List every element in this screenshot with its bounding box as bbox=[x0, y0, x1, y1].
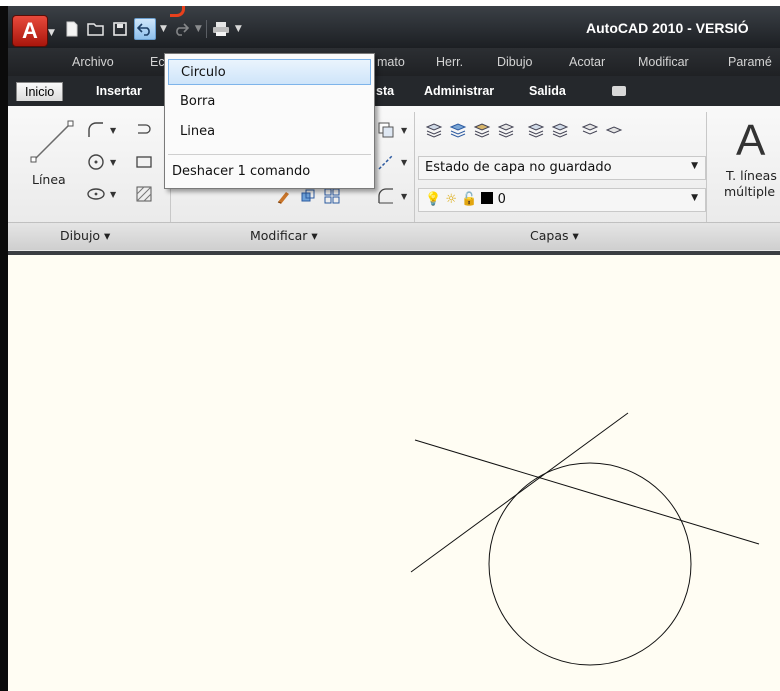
ellipse-tool-icon[interactable] bbox=[86, 184, 106, 204]
undo-item-circulo[interactable]: Circulo bbox=[168, 59, 371, 85]
sun-icon: ☼ bbox=[445, 192, 457, 207]
menu-archivo[interactable]: Archivo bbox=[72, 55, 114, 69]
menu-parametrico[interactable]: Paramé bbox=[728, 55, 772, 69]
application-menu-button[interactable]: A bbox=[12, 15, 48, 47]
layer-unisolate-icon[interactable] bbox=[496, 120, 516, 140]
customize-toolbar-arrow-icon[interactable]: ▼ bbox=[235, 24, 242, 34]
layer-previous-icon[interactable] bbox=[604, 120, 624, 140]
dropdown-separator bbox=[168, 154, 371, 155]
window-title: AutoCAD 2010 - VERSIÓ bbox=[586, 20, 749, 36]
extend-dropdown-icon[interactable]: ▼ bbox=[401, 158, 407, 167]
menu-modificar[interactable]: Modificar bbox=[638, 55, 689, 69]
layer-properties-icon[interactable] bbox=[424, 120, 444, 140]
array-3d-icon[interactable] bbox=[298, 186, 318, 206]
arc-tool-icon[interactable] bbox=[134, 120, 154, 140]
drawing-geometry bbox=[410, 412, 760, 666]
layer-dropdown[interactable]: 💡 ☼ 🔓 0 ▼ bbox=[418, 188, 706, 212]
layer-state-icon[interactable] bbox=[448, 120, 468, 140]
line-tool-icon[interactable] bbox=[28, 118, 76, 164]
tab-salida[interactable]: Salida bbox=[529, 84, 566, 98]
toolbar-separator bbox=[205, 20, 207, 38]
ribbon-minimize-icon[interactable] bbox=[612, 86, 626, 96]
drawn-line-2[interactable] bbox=[410, 412, 629, 573]
array-icon[interactable] bbox=[322, 186, 342, 206]
layer-color-swatch bbox=[481, 192, 494, 204]
fillet-dropdown-icon[interactable]: ▼ bbox=[401, 192, 407, 201]
redo-dropdown-arrow-icon[interactable]: ▼ bbox=[195, 24, 202, 34]
match-properties-icon[interactable] bbox=[274, 186, 294, 206]
layer-match-icon[interactable] bbox=[580, 120, 600, 140]
layer-freeze-icon[interactable] bbox=[526, 120, 546, 140]
layer-off-icon[interactable] bbox=[550, 120, 570, 140]
tab-inicio[interactable]: Inicio bbox=[16, 82, 64, 101]
redo-icon[interactable] bbox=[171, 19, 191, 39]
circle-dropdown-icon[interactable]: ▼ bbox=[110, 158, 116, 167]
undo-history-dropdown: Circulo Borra Linea Deshacer 1 comando bbox=[164, 53, 375, 189]
quick-access-toolbar: ▼ ▼ ▼ bbox=[62, 16, 242, 42]
polyline-dropdown-icon[interactable]: ▼ bbox=[110, 126, 116, 135]
multiline-text-label-1[interactable]: T. líneas bbox=[726, 168, 777, 183]
panel-title-dibujo[interactable]: Dibujo ▾ bbox=[60, 228, 110, 243]
save-icon[interactable] bbox=[110, 19, 130, 39]
ellipse-dropdown-icon[interactable]: ▼ bbox=[110, 190, 116, 199]
copy-tool-icon[interactable] bbox=[376, 120, 396, 140]
new-icon[interactable] bbox=[62, 19, 82, 39]
undo-item-linea[interactable]: Linea bbox=[168, 119, 371, 145]
undo-dropdown-arrow-icon[interactable]: ▼ bbox=[160, 24, 167, 34]
undo-icon[interactable] bbox=[134, 18, 156, 40]
drawn-line-1[interactable] bbox=[414, 439, 760, 545]
unlock-icon: 🔓 bbox=[461, 192, 478, 207]
plot-icon[interactable] bbox=[211, 19, 231, 39]
lightbulb-icon: 💡 bbox=[425, 192, 442, 207]
ribbon-tab-bar: Inicio Insertar sta Administrar Salida bbox=[0, 76, 780, 106]
open-icon[interactable] bbox=[86, 19, 106, 39]
autocad-window: A ▼ ▼ ▼ ▼ AutoCAD 2010 - VERSIÓ Archivo … bbox=[0, 6, 780, 691]
multiline-text-icon[interactable]: A bbox=[736, 116, 765, 166]
layer-isolate-icon[interactable] bbox=[472, 120, 492, 140]
polyline-icon[interactable] bbox=[86, 120, 106, 140]
layer-state-value: Estado de capa no guardado bbox=[425, 160, 612, 175]
chevron-down-icon[interactable]: ▼ bbox=[48, 28, 55, 38]
rectangle-tool-icon[interactable] bbox=[134, 152, 154, 172]
panel-title-capas[interactable]: Capas ▾ bbox=[530, 228, 579, 243]
drawing-canvas[interactable] bbox=[8, 255, 780, 691]
menu-dibujo[interactable]: Dibujo bbox=[497, 55, 532, 69]
tab-administrar[interactable]: Administrar bbox=[424, 84, 494, 98]
title-bar: A ▼ ▼ ▼ ▼ AutoCAD 2010 - VERSIÓ bbox=[0, 6, 780, 48]
undo-count-label: Deshacer 1 comando bbox=[172, 164, 311, 179]
extend-tool-icon[interactable] bbox=[376, 152, 396, 172]
circle-tool-icon[interactable] bbox=[86, 152, 106, 172]
menu-formato[interactable]: mato bbox=[377, 55, 405, 69]
hatch-tool-icon[interactable] bbox=[134, 184, 154, 204]
current-layer-value: 0 bbox=[497, 192, 506, 207]
chevron-down-icon: ▼ bbox=[691, 161, 698, 171]
fillet-tool-icon[interactable] bbox=[376, 186, 396, 206]
tab-insertar[interactable]: Insertar bbox=[96, 84, 142, 98]
ribbon-panel: Línea ▼ ▼ ▼ ▼ ▼ ▼ Estado de capa no guar… bbox=[8, 106, 780, 251]
line-tool-label[interactable]: Línea bbox=[32, 172, 66, 187]
ribbon-panel-footer bbox=[8, 222, 780, 250]
menu-edicion[interactable]: Ec bbox=[150, 55, 165, 69]
copy-dropdown-icon[interactable]: ▼ bbox=[401, 126, 407, 135]
menu-bar: Archivo Ec mato Herr. Dibujo Acotar Modi… bbox=[0, 48, 780, 76]
menu-herramientas[interactable]: Herr. bbox=[436, 55, 463, 69]
undo-item-borra[interactable]: Borra bbox=[168, 89, 371, 115]
panel-title-modificar[interactable]: Modificar ▾ bbox=[250, 228, 318, 243]
layer-state-dropdown[interactable]: Estado de capa no guardado ▼ bbox=[418, 156, 706, 180]
chevron-down-icon: ▼ bbox=[691, 193, 698, 203]
menu-acotar[interactable]: Acotar bbox=[569, 55, 605, 69]
tab-vista[interactable]: sta bbox=[376, 84, 394, 98]
multiline-text-label-2[interactable]: múltiple bbox=[724, 184, 775, 199]
